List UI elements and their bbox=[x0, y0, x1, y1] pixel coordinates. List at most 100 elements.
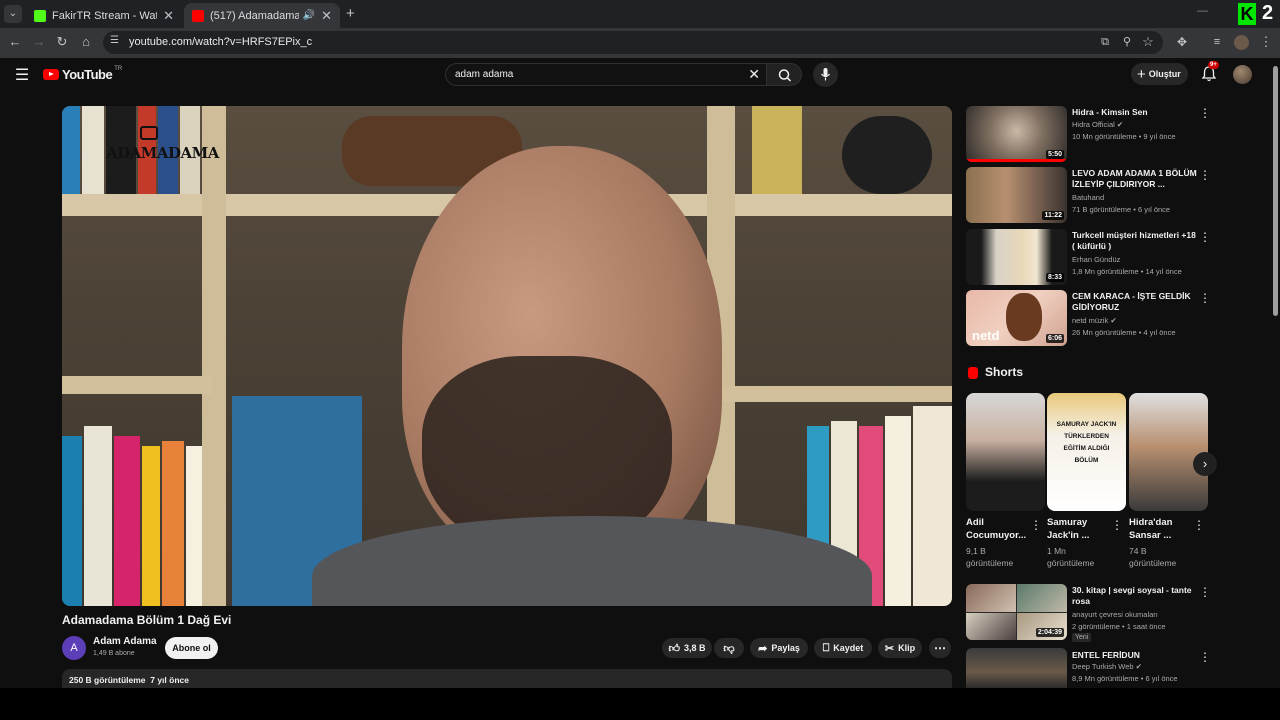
profile-avatar[interactable] bbox=[1234, 35, 1249, 50]
channel-avatar[interactable]: A bbox=[62, 636, 86, 660]
install-app-icon[interactable]: ⧉ bbox=[1096, 33, 1114, 51]
browser-tab-fakirtr[interactable]: FakirTR Stream - Watch Live on ✕ bbox=[26, 3, 182, 28]
hamburger-menu-icon[interactable]: ☰ bbox=[13, 65, 31, 85]
create-button[interactable]: + Oluştur bbox=[1131, 63, 1188, 85]
microphone-icon bbox=[821, 68, 830, 81]
short-title[interactable]: Hidra'dan Sansar ... bbox=[1129, 516, 1189, 542]
short-title[interactable]: Adil Cocumuyor... bbox=[966, 516, 1026, 542]
short-thumbnail[interactable]: SAMURAY JACK'IN TÜRKLERDEN EĞİTİM ALDIĞI… bbox=[1047, 393, 1126, 511]
media-control-icon[interactable]: ≡ bbox=[1208, 33, 1226, 51]
short-thumbnail[interactable] bbox=[1129, 393, 1208, 511]
more-options-icon[interactable]: ⋮ bbox=[1199, 291, 1211, 305]
tab-list-button[interactable]: ⌄ bbox=[4, 5, 22, 23]
user-avatar[interactable] bbox=[1233, 65, 1252, 84]
bookmark-icon: ⎕ bbox=[822, 641, 830, 654]
site-info-icon[interactable]: ☰ bbox=[110, 35, 119, 46]
browser-menu-icon[interactable]: ⋮ bbox=[1257, 33, 1275, 51]
close-tab-icon[interactable]: ✕ bbox=[321, 8, 332, 24]
more-options-icon[interactable]: ⋮ bbox=[1030, 518, 1042, 532]
forward-icon[interactable]: → bbox=[30, 33, 48, 51]
browser-tab-bar: ⌄ FakirTR Stream - Watch Live on ✕ (517)… bbox=[0, 0, 1280, 28]
plus-icon: + bbox=[1137, 65, 1146, 83]
new-tab-button[interactable]: + bbox=[346, 5, 355, 22]
short-views: 74 B görüntüleme bbox=[1129, 546, 1177, 568]
dislike-button[interactable]: 👎︎ bbox=[714, 638, 744, 658]
video-title: Adamadama Bölüm 1 Dağ Evi bbox=[62, 613, 232, 627]
related-channel[interactable]: netd müzik ✔ bbox=[1072, 316, 1117, 325]
verified-icon: ✔ bbox=[1116, 120, 1124, 129]
related-thumbnail[interactable]: netd 6:06 bbox=[966, 290, 1067, 346]
subscribe-button[interactable]: Abone ol bbox=[165, 637, 218, 659]
search-button[interactable] bbox=[766, 63, 802, 86]
subscriber-count: 1,49 B abone bbox=[93, 650, 135, 657]
audio-playing-icon[interactable]: 🔊 bbox=[303, 10, 315, 21]
back-icon[interactable]: ← bbox=[6, 33, 24, 51]
thumbs-up-icon: 👍︎ bbox=[668, 642, 680, 655]
like-button[interactable]: 👍︎ 3,8 B bbox=[662, 638, 712, 658]
verified-icon: ✔ bbox=[1135, 662, 1142, 671]
more-options-icon[interactable]: ⋮ bbox=[1193, 518, 1205, 532]
voice-search-button[interactable] bbox=[813, 62, 838, 87]
related-meta: 2 görüntüleme • 1 saat önce bbox=[1072, 622, 1166, 631]
zoom-icon[interactable]: ⚲ bbox=[1118, 33, 1136, 51]
bookmark-star-icon[interactable]: ☆ bbox=[1139, 33, 1157, 51]
clear-search-icon[interactable]: ✕ bbox=[748, 66, 760, 83]
reload-icon[interactable]: ↻ bbox=[53, 33, 71, 51]
video-player[interactable]: ADAMADAMA bbox=[62, 106, 952, 606]
related-thumbnail[interactable]: 2:04:39 bbox=[966, 584, 1067, 640]
video-frame bbox=[62, 106, 952, 606]
related-title[interactable]: LEVO ADAM ADAMA 1 BÖLÜM İZLEYİP ÇILDIRIY… bbox=[1072, 168, 1197, 190]
related-channel[interactable]: Hidra Official ✔ bbox=[1072, 120, 1123, 129]
clip-button[interactable]: ✂ Klip bbox=[878, 638, 922, 658]
page-scrollbar[interactable] bbox=[1271, 58, 1280, 688]
overlay-number: 2 bbox=[1262, 2, 1274, 24]
save-button[interactable]: ⎕ Kaydet bbox=[814, 638, 872, 658]
browser-tab-youtube[interactable]: (517) Adamadama Bölüm 1 🔊 ✕ bbox=[184, 3, 340, 28]
related-title[interactable]: Turkcell müşteri hizmetleri +18 ( küfürl… bbox=[1072, 230, 1197, 252]
scissors-icon: ✂ bbox=[884, 642, 895, 655]
close-tab-icon[interactable]: ✕ bbox=[163, 8, 174, 24]
shorts-heading: Shorts bbox=[985, 365, 1024, 379]
related-title[interactable]: 30. kitap | sevgi soysal - tante rosa bbox=[1072, 585, 1197, 607]
video-duration: 11:22 bbox=[1042, 211, 1064, 220]
related-channel[interactable]: Erhan Gündüz bbox=[1072, 255, 1120, 264]
more-options-icon[interactable]: ⋮ bbox=[1199, 585, 1211, 599]
extensions-icon[interactable]: ✥ bbox=[1173, 33, 1191, 51]
view-count-date: 250 B görüntüleme 7 yıl önce bbox=[69, 675, 189, 685]
related-channel[interactable]: Batuhand bbox=[1072, 193, 1104, 202]
more-options-icon[interactable]: ⋮ bbox=[1199, 230, 1211, 244]
share-icon: ➦ bbox=[758, 642, 768, 655]
short-thumbnail[interactable] bbox=[966, 393, 1045, 511]
more-options-icon[interactable]: ⋮ bbox=[1199, 650, 1211, 664]
more-options-icon[interactable]: ⋮ bbox=[1111, 518, 1123, 532]
related-thumbnail[interactable]: 5:50 bbox=[966, 106, 1067, 162]
netd-logo: netd bbox=[972, 328, 1000, 343]
youtube-logo[interactable]: YouTube TR bbox=[43, 66, 122, 82]
more-options-icon[interactable]: ⋮ bbox=[1199, 106, 1211, 120]
more-options-icon[interactable]: ⋮ bbox=[1199, 168, 1211, 182]
related-title[interactable]: CEM KARACA - İŞTE GELDİK GİDİYORUZ bbox=[1072, 291, 1197, 313]
search-input[interactable]: adam adama ✕ bbox=[445, 63, 767, 86]
minimize-window-icon[interactable]: — bbox=[1197, 5, 1208, 17]
youtube-play-icon bbox=[43, 69, 59, 80]
home-icon[interactable]: ⌂ bbox=[77, 33, 95, 51]
related-thumbnail[interactable]: 8:33 bbox=[966, 229, 1067, 285]
related-meta: 10 Mn görüntüleme • 9 yıl önce bbox=[1072, 132, 1176, 141]
related-title[interactable]: Hidra - Kimsin Sen bbox=[1072, 107, 1197, 118]
kick-overlay-logo: K bbox=[1238, 3, 1256, 25]
related-title[interactable]: ENTEL FERİDUN bbox=[1072, 650, 1197, 661]
short-views: 9,1 B görüntüleme bbox=[966, 546, 1014, 568]
related-channel[interactable]: Deep Turkish Web ✔ bbox=[1072, 662, 1142, 671]
related-thumbnail[interactable] bbox=[966, 648, 1067, 688]
share-button[interactable]: ➦ Paylaş bbox=[750, 638, 808, 658]
channel-name[interactable]: Adam Adama bbox=[93, 636, 157, 647]
new-badge: Yeni bbox=[1072, 633, 1092, 642]
short-title[interactable]: Samuray Jack'in ... bbox=[1047, 516, 1107, 542]
related-meta: 71 B görüntüleme • 6 yıl önce bbox=[1072, 205, 1171, 214]
tv-logo-icon bbox=[140, 126, 158, 140]
notifications-button[interactable]: 9+ bbox=[1199, 61, 1219, 84]
shorts-next-button[interactable]: › bbox=[1193, 452, 1217, 476]
related-thumbnail[interactable]: 11:22 bbox=[966, 167, 1067, 223]
related-channel[interactable]: anayurt çevresi okumaları bbox=[1072, 610, 1158, 619]
more-actions-button[interactable]: ⋯ bbox=[929, 638, 951, 658]
